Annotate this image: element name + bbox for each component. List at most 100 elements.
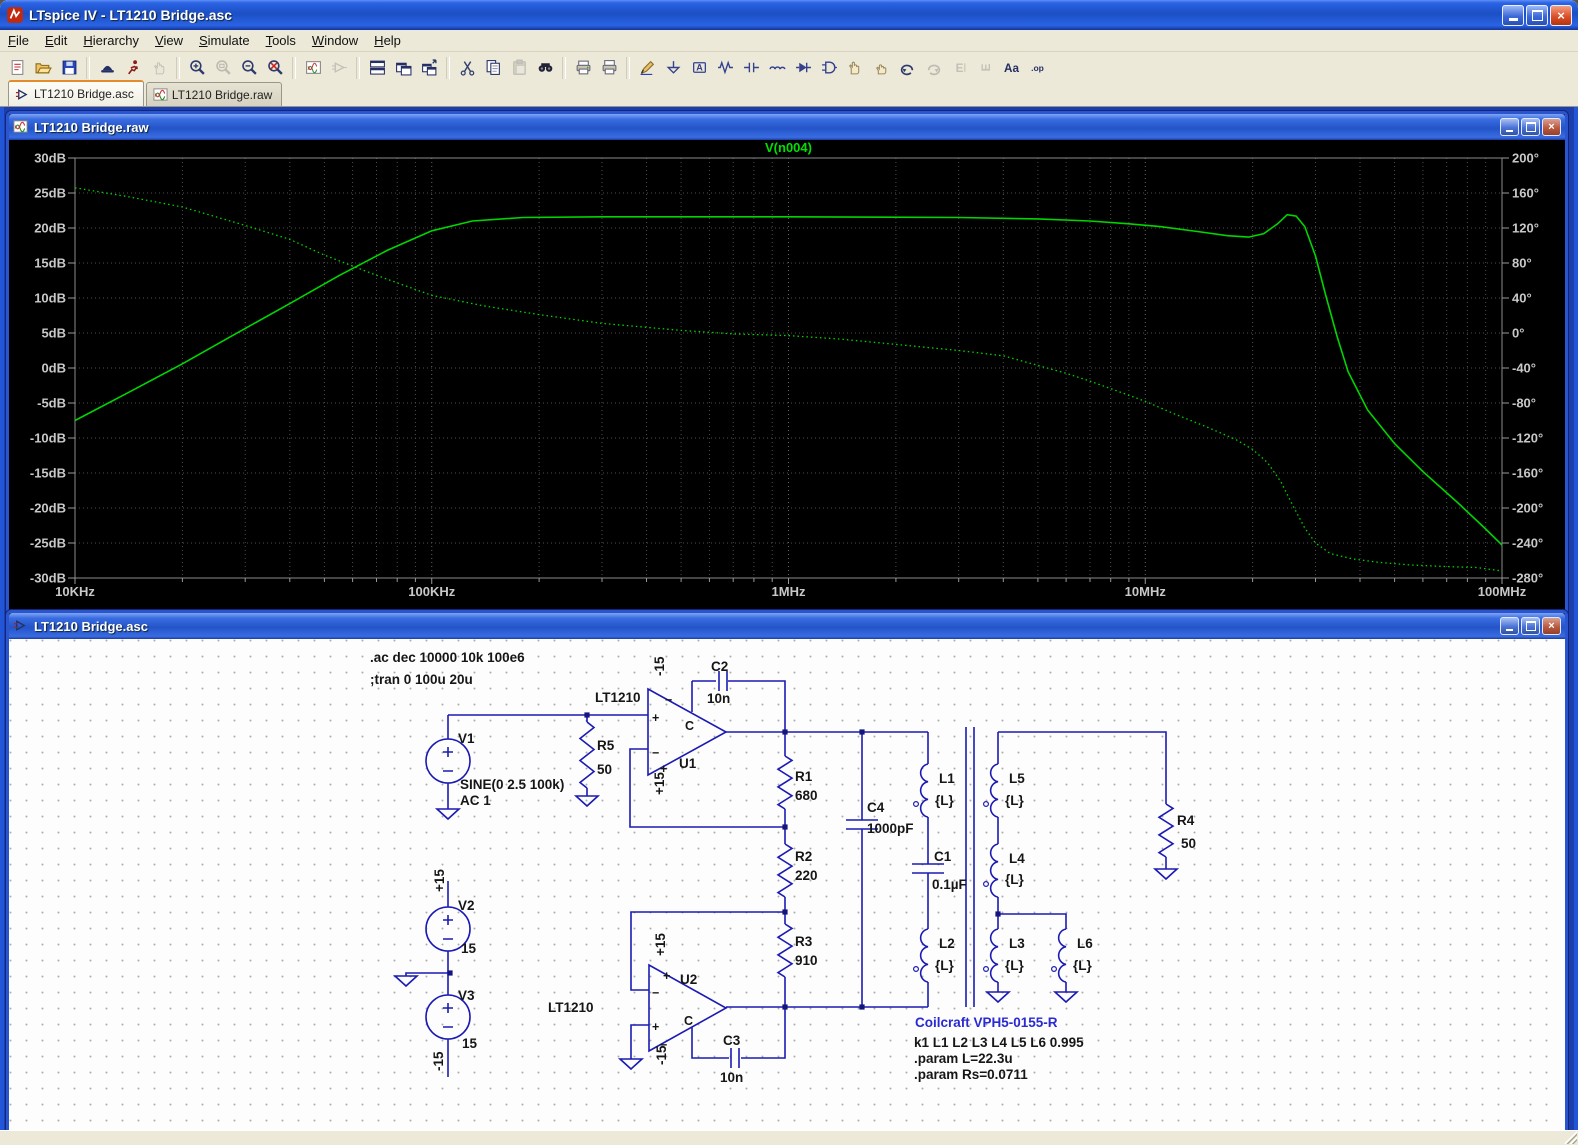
close-button[interactable]: ×	[1550, 5, 1572, 26]
bode-plot[interactable]: 30dB25dB20dB15dB10dB5dB0dB-5dB-10dB-15dB…	[9, 140, 1559, 605]
svg-text:10dB: 10dB	[34, 291, 66, 306]
svg-text:-80°: -80°	[1512, 396, 1536, 411]
schematic-label: {L}	[1005, 872, 1025, 887]
trace-label[interactable]: V(n004)	[765, 140, 812, 155]
schematic-label: 50	[1181, 836, 1196, 851]
schematic-label: L3	[1009, 936, 1025, 951]
text-button[interactable]: Aa	[998, 55, 1024, 81]
text-icon: Aa	[1003, 59, 1020, 76]
run-button[interactable]	[120, 55, 146, 81]
find-button[interactable]	[532, 55, 558, 81]
zoom-in-button[interactable]	[184, 55, 210, 81]
new-schematic-icon	[9, 59, 26, 76]
tab-bar: LT1210 Bridge.asc LT1210 Bridge.raw	[0, 83, 1578, 107]
schematic-window: LT1210 Bridge.asc × .ac dec 10000 10k 10…	[6, 610, 1568, 1134]
copy-button[interactable]	[480, 55, 506, 81]
toolbar-separator	[356, 57, 360, 79]
zoom-full-button[interactable]	[262, 55, 288, 81]
save-button[interactable]	[56, 55, 82, 81]
schematic-tab-icon	[15, 87, 30, 102]
tab-lt1210-bridge.raw[interactable]: LT1210 Bridge.raw	[146, 82, 283, 106]
toolbar-separator	[292, 57, 296, 79]
schematic-window-titlebar[interactable]: LT1210 Bridge.asc ×	[9, 613, 1565, 639]
menu-hierarchy[interactable]: Hierarchy	[75, 31, 147, 50]
waveform-window-title: LT1210 Bridge.raw	[34, 120, 1498, 135]
schematic-minimize-button[interactable]	[1500, 617, 1519, 635]
cascade-new-icon	[421, 59, 438, 76]
cut-button[interactable]	[454, 55, 480, 81]
spice-directive-button[interactable]: .op	[1024, 55, 1050, 81]
halt-icon	[151, 59, 168, 76]
cascade-new-button[interactable]	[416, 55, 442, 81]
schematic-maximize-button[interactable]	[1521, 617, 1540, 635]
tile-horizontal-button[interactable]	[364, 55, 390, 81]
menu-help[interactable]: Help	[366, 31, 409, 50]
undo-button[interactable]	[894, 55, 920, 81]
schematic-label: R2	[795, 849, 812, 864]
waveform-window-titlebar[interactable]: LT1210 Bridge.raw ×	[9, 114, 1565, 140]
print-button[interactable]	[596, 55, 622, 81]
tab-lt1210-bridge.asc[interactable]: LT1210 Bridge.asc	[8, 80, 144, 106]
drag-button[interactable]	[868, 55, 894, 81]
waveform-minimize-button[interactable]	[1500, 118, 1519, 136]
schematic-canvas[interactable]: .ac dec 10000 10k 100e6;tran 0 100u 20uV…	[9, 639, 1559, 1125]
schematic-label: LT1210	[595, 690, 641, 705]
schematic-label: V2	[458, 898, 475, 913]
redo-button	[920, 55, 946, 81]
app-icon	[6, 6, 24, 24]
minimize-button[interactable]	[1502, 5, 1524, 26]
svg-text:10MHz: 10MHz	[1125, 584, 1167, 599]
schematic-label: .param L=22.3u	[914, 1051, 1013, 1066]
schematic-label: 10n	[720, 1070, 743, 1085]
toolbar-separator	[86, 57, 90, 79]
schematic-button	[326, 55, 352, 81]
waveform-maximize-button[interactable]	[1521, 118, 1540, 136]
inductor-icon	[769, 59, 786, 76]
capacitor-button[interactable]	[738, 55, 764, 81]
maximize-button[interactable]	[1526, 5, 1548, 26]
waveform-icon	[305, 59, 322, 76]
schematic-label: +	[652, 1020, 659, 1034]
menu-simulate[interactable]: Simulate	[191, 31, 258, 50]
svg-text:100MHz: 100MHz	[1478, 584, 1527, 599]
menu-window[interactable]: Window	[304, 31, 366, 50]
svg-text:-20dB: -20dB	[30, 501, 66, 516]
print-setup-button[interactable]	[570, 55, 596, 81]
schematic-label: V3	[458, 988, 475, 1003]
menu-view[interactable]: View	[147, 31, 191, 50]
svg-text:E: E	[979, 63, 992, 71]
copy-icon	[485, 59, 502, 76]
component-button[interactable]	[816, 55, 842, 81]
waveform-button[interactable]	[300, 55, 326, 81]
inductor-button[interactable]	[764, 55, 790, 81]
open-button[interactable]	[30, 55, 56, 81]
zoom-out-button[interactable]	[236, 55, 262, 81]
cascade-button[interactable]	[390, 55, 416, 81]
control-panel-button[interactable]	[94, 55, 120, 81]
schematic-close-button[interactable]: ×	[1542, 617, 1561, 635]
resize-grip[interactable]	[1564, 1131, 1577, 1144]
menu-file[interactable]: File	[0, 31, 37, 50]
diode-button[interactable]	[790, 55, 816, 81]
schematic-label: LT1210	[548, 1000, 594, 1015]
toolbar-separator	[626, 57, 630, 79]
svg-text:-240°: -240°	[1512, 536, 1543, 551]
resistor-button[interactable]	[712, 55, 738, 81]
menu-tools[interactable]: Tools	[258, 31, 304, 50]
schematic-label: C4	[867, 800, 885, 815]
diode-icon	[795, 59, 812, 76]
schematic-label: +15	[653, 933, 668, 956]
menu-edit[interactable]: Edit	[37, 31, 75, 50]
title-bar[interactable]: LTspice IV - LT1210 Bridge.asc ×	[0, 0, 1578, 30]
schematic-label: C	[685, 719, 694, 733]
move-button[interactable]	[842, 55, 868, 81]
tab-label: LT1210 Bridge.asc	[34, 87, 134, 101]
new-schematic-button[interactable]	[4, 55, 30, 81]
schematic-label: AC 1	[460, 793, 491, 808]
wire-button[interactable]	[634, 55, 660, 81]
label-net-button[interactable]: A	[686, 55, 712, 81]
ground-button[interactable]	[660, 55, 686, 81]
waveform-close-button[interactable]: ×	[1542, 118, 1561, 136]
move-icon	[847, 59, 864, 76]
schematic-label: 680	[795, 788, 818, 803]
